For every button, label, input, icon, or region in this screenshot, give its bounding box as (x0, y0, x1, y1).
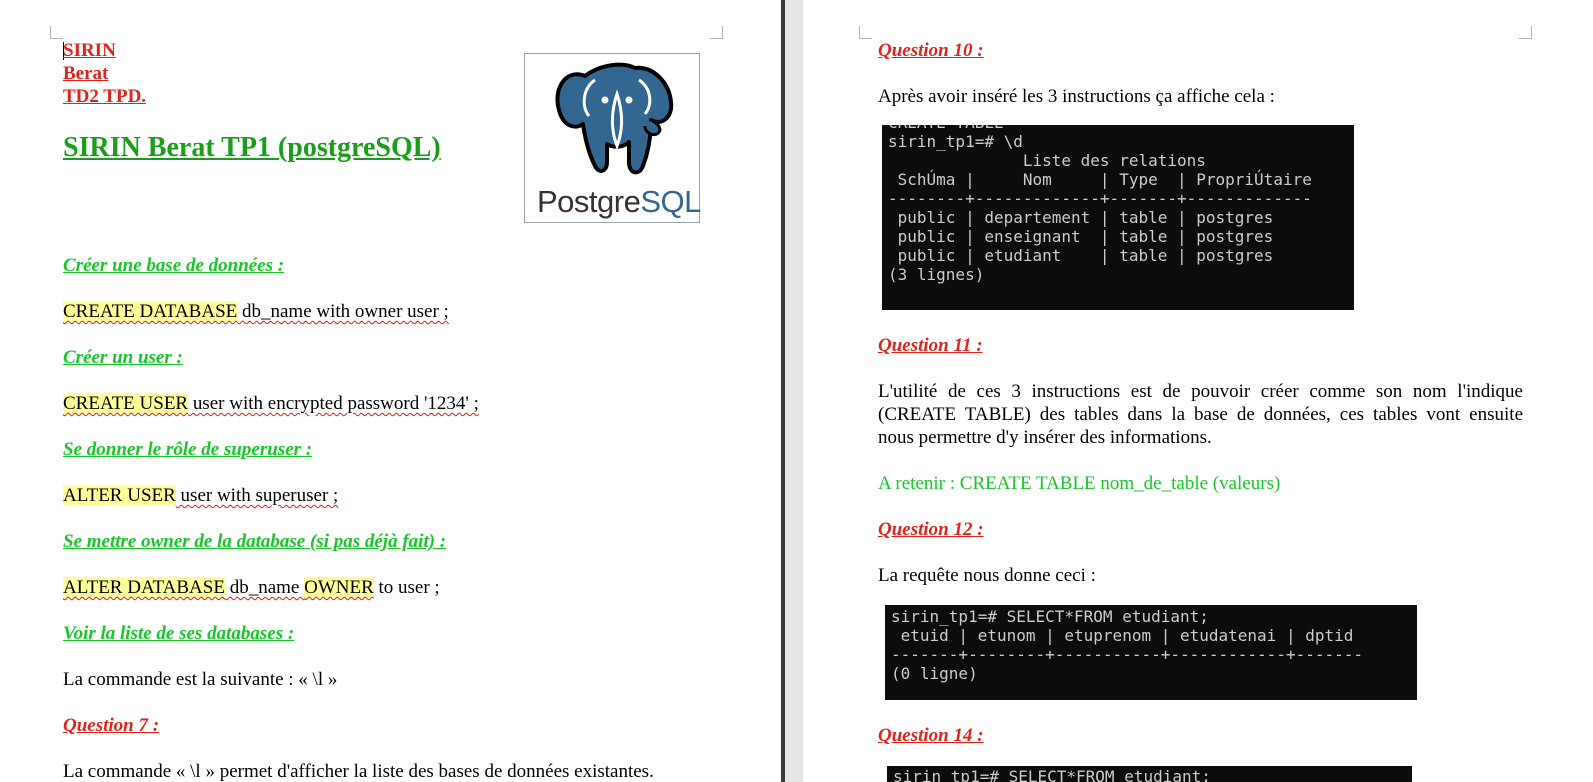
terminal-line: --------+-------------+-------+---------… (888, 189, 1312, 208)
heading-list-databases[interactable]: Voir la liste de ses databases : (63, 622, 294, 645)
heading-question-11[interactable]: Question 11 : (878, 334, 983, 357)
postgresql-elephant-logo-icon (555, 62, 674, 175)
terminal-line: public | etudiant | table | postgres (888, 246, 1274, 265)
terminal-line: sirin_tp1=# SELECT*FROM etudiant; (893, 767, 1211, 782)
heading-create-database[interactable]: Créer une base de données : (63, 254, 284, 277)
wordmark-postgre: Postgre (537, 184, 641, 219)
postgresql-logo[interactable]: PostgreSQL (524, 53, 701, 223)
heading-database-owner[interactable]: Se mettre owner de la database (si pas d… (63, 530, 446, 553)
sql-keyword: CREATE DATABASE (63, 301, 238, 322)
sql-keyword: ALTER USER (63, 485, 176, 506)
page-gutter (781, 0, 803, 782)
sql-text: user with encrypted password '1234' ; (188, 393, 479, 414)
postgresql-wordmark: PostgreSQL (537, 185, 701, 219)
paragraph-create-user[interactable]: CREATE USER user with encrypted password… (63, 392, 479, 415)
author-lastname[interactable]: SIRIN (63, 39, 116, 62)
margin-crop-mark (710, 26, 723, 39)
sql-keyword: ALTER DATABASE (63, 577, 225, 598)
sql-keyword: OWNER (304, 577, 374, 598)
sql-keyword: CREATE USER (63, 393, 189, 414)
terminal-line: public | enseignant | table | postgres (888, 227, 1274, 246)
margin-crop-mark (50, 26, 63, 39)
paragraph-question-11-line3[interactable]: nous permettre d'y insérer des informati… (878, 426, 1212, 449)
paragraph-create-database[interactable]: CREATE DATABASE db_name with owner user … (63, 300, 449, 323)
heading-question-10[interactable]: Question 10 : (878, 39, 984, 62)
author-group[interactable]: TD2 TPD. (63, 85, 146, 108)
author-firstname[interactable]: Berat (63, 62, 108, 85)
paragraph-question-11-line1[interactable]: L'utilité de ces 3 instructions est de p… (878, 380, 1523, 403)
terminal-line: Liste des relations (888, 151, 1206, 170)
document-page-right: Question 10 : Après avoir inséré les 3 i… (803, 0, 1593, 782)
paragraph-alter-user[interactable]: ALTER USER user with superuser ; (63, 484, 338, 507)
document-page-left: SIRIN Berat TD2 TPD. SIRIN Berat TP1 (po… (0, 0, 781, 782)
terminal-line: (0 ligne) (891, 664, 978, 683)
document-title[interactable]: SIRIN Berat TP1 (postgreSQL) (63, 132, 441, 164)
terminal-line: sirin_tp1=# \d (888, 132, 1023, 151)
paragraph-a-retenir[interactable]: A retenir : CREATE TABLE nom_de_table (v… (878, 472, 1280, 495)
paragraph-list-command[interactable]: La commande est la suivante : « \l » (63, 668, 337, 691)
terminal-screenshot-relations: CREATE TABLEsirin_tp1=# \d Liste des rel… (882, 125, 1354, 310)
paragraph-alter-database[interactable]: ALTER DATABASE db_name OWNER to user ; (63, 576, 440, 599)
wordmark-sql: SQL (640, 184, 701, 219)
heading-question-14[interactable]: Question 14 : (878, 724, 984, 747)
margin-crop-mark (859, 26, 872, 39)
terminal-line: -------+--------+-----------+-----------… (891, 645, 1364, 664)
heading-question-7[interactable]: Question 7 : (63, 714, 159, 737)
terminal-screenshot-select: sirin_tp1=# SELECT*FROM etudiant; etuid … (885, 605, 1417, 700)
terminal-line: (3 lignes) (888, 265, 985, 284)
terminal-line: SchÚma | Nom | Type | PropriÚtaire (888, 170, 1312, 189)
heading-question-12[interactable]: Question 12 : (878, 518, 984, 541)
terminal-line: CREATE TABLE (888, 125, 1004, 132)
paragraph-question-7[interactable]: La commande « \l » permet d'afficher la … (63, 760, 654, 782)
paragraph-question-12[interactable]: La requête nous donne ceci : (878, 564, 1096, 587)
margin-crop-mark (1519, 26, 1532, 39)
terminal-screenshot-select-2: INSERT 0 1sirin_tp1=# SELECT*FROM etudia… (887, 766, 1412, 782)
sql-text: user with superuser ; (175, 485, 339, 506)
paragraph-question-11-line2[interactable]: (CREATE TABLE) des tables dans la base d… (878, 403, 1523, 426)
terminal-line: sirin_tp1=# SELECT*FROM etudiant; (891, 607, 1209, 626)
terminal-line: public | departement | table | postgres (888, 208, 1274, 227)
terminal-line: etuid | etunom | etuprenom | etudatenai … (891, 626, 1354, 645)
heading-superuser[interactable]: Se donner le rôle de superuser : (63, 438, 312, 461)
heading-create-user[interactable]: Créer un user : (63, 346, 183, 369)
sql-text: db_name (224, 577, 305, 598)
paragraph-question-10[interactable]: Après avoir inséré les 3 instructions ça… (878, 85, 1275, 108)
sql-text: to user ; (373, 577, 440, 598)
sql-text: db_name with owner user ; (237, 301, 449, 322)
